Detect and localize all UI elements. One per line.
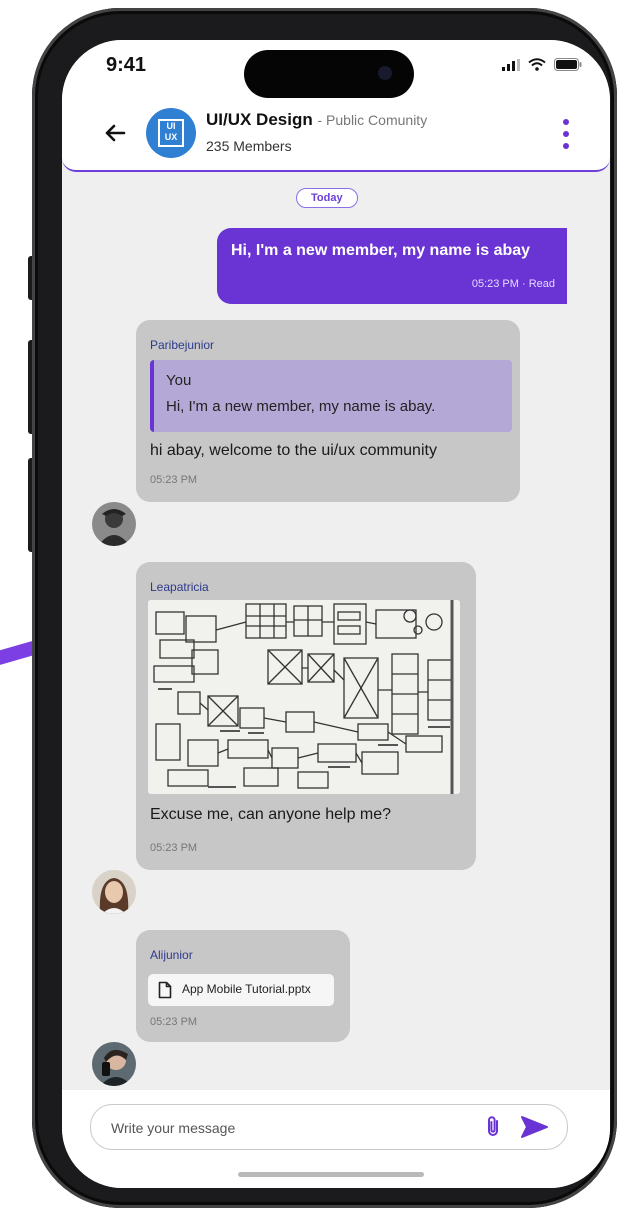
composer-bar — [62, 1090, 610, 1188]
message-time: 05:23 PM — [150, 1016, 198, 1028]
file-attachment[interactable]: App Mobile Tutorial.pptx — [148, 974, 334, 1006]
message-composer — [90, 1104, 568, 1151]
wifi-icon — [528, 58, 546, 71]
group-avatar[interactable]: UI UX — [146, 108, 196, 158]
dynamic-island — [244, 50, 414, 98]
status-bar: 9:41 — [62, 40, 610, 100]
attached-image[interactable] — [148, 600, 460, 794]
send-icon[interactable] — [519, 1115, 549, 1139]
message-text: Hi, I'm a new member, my name is abay — [231, 242, 531, 259]
sender-name: Paribejunior — [150, 338, 215, 352]
group-name: UI/UX Design — [206, 110, 313, 129]
incoming-message-image[interactable]: Leapatricia Excuse me, can anyone help m… — [136, 562, 476, 870]
status-icons — [502, 58, 582, 71]
date-divider: Today — [296, 188, 358, 208]
battery-icon — [554, 58, 582, 71]
home-indicator[interactable] — [238, 1172, 424, 1177]
user-photo — [92, 870, 136, 914]
back-arrow-icon[interactable] — [100, 118, 130, 148]
message-time: 05:23 PM — [150, 842, 198, 854]
file-icon — [158, 981, 172, 999]
outgoing-message[interactable]: Hi, I'm a new member, my name is abay 05… — [217, 228, 567, 304]
status-time: 9:41 — [106, 54, 147, 76]
user-photo — [92, 1042, 136, 1086]
file-name: App Mobile Tutorial.pptx — [182, 982, 311, 996]
quoted-message[interactable]: You Hi, I'm a new member, my name is aba… — [150, 360, 512, 432]
incoming-message-reply[interactable]: Paribejunior You Hi, I'm a new member, m… — [136, 320, 520, 502]
chat-header: UI UX UI/UX Design - Public Comunity 235… — [62, 100, 610, 172]
chat-screen: 9:41 UI UX UI/UX Design - Public Comunit… — [62, 40, 610, 1188]
message-text: hi abay, welcome to the ui/ux community — [150, 442, 437, 459]
group-type: - Public Comunity — [317, 112, 428, 128]
signal-icon — [502, 58, 520, 71]
message-time: 05:23 PM — [150, 474, 198, 486]
user-photo — [92, 502, 136, 546]
message-text: Excuse me, can anyone help me? — [150, 806, 392, 823]
more-vertical-icon[interactable] — [558, 116, 574, 152]
message-input[interactable] — [109, 1105, 453, 1151]
quote-text: Hi, I'm a new member, my name is abay. — [166, 398, 436, 415]
incoming-message-file[interactable]: Alijunior App Mobile Tutorial.pptx 05:23… — [136, 930, 350, 1042]
sender-name: Leapatricia — [150, 580, 209, 594]
group-avatar-label: UI UX — [158, 119, 184, 147]
sender-name: Alijunior — [150, 948, 193, 962]
member-count: 235 Members — [206, 138, 292, 154]
avatar[interactable] — [92, 502, 136, 546]
quote-author: You — [166, 372, 192, 389]
chat-title[interactable]: UI/UX Design - Public Comunity — [206, 110, 427, 130]
front-camera — [378, 66, 392, 80]
avatar[interactable] — [92, 1042, 136, 1086]
message-meta: 05:23 PM · Read — [471, 278, 555, 290]
avatar[interactable] — [92, 870, 136, 914]
paperclip-icon[interactable] — [483, 1115, 505, 1139]
